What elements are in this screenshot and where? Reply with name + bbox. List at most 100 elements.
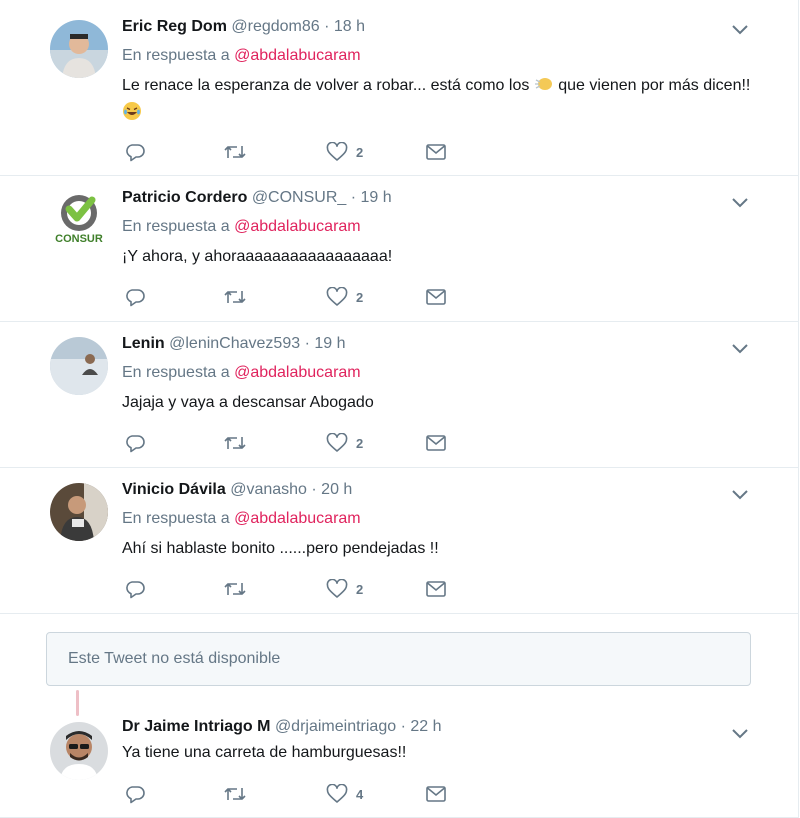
tweet-actions: 2 [126,433,456,453]
tweet-text: Ahí si hablaste bonito ......pero pendej… [122,540,439,557]
user-handle[interactable]: @vanasho [230,481,307,498]
tweet-text-part: que vienen por más dicen!! [558,77,751,94]
tweet-replies-feed: Eric Reg Dom @regdom86 · 18 h En respues… [0,0,799,818]
tweet-content: Dr Jaime Intriago M @drjaimeintriago · 2… [122,716,758,765]
retweet-icon [224,788,246,800]
tweet-header: Dr Jaime Intriago M @drjaimeintriago · 2… [122,716,758,738]
tweet-item[interactable]: Vinicio Dávila @vanasho · 20 h En respue… [0,467,798,614]
user-handle[interactable]: @CONSUR_ [252,189,346,206]
chevron-down-icon[interactable] [732,487,748,505]
chevron-down-icon[interactable] [732,341,748,359]
timestamp[interactable]: 20 h [321,481,352,498]
avatar[interactable] [50,337,108,395]
timestamp[interactable]: 19 h [361,189,392,206]
reply-button[interactable] [126,142,146,162]
tweet-text: ¡Y ahora, y ahoraaaaaaaaaaaaaaaaa! [122,248,393,265]
avatar-logo-text: CONSUR [55,233,103,245]
reply-icon [126,289,145,307]
reply-button[interactable] [126,579,146,599]
avatar[interactable] [50,722,108,780]
chevron-down-icon[interactable] [732,726,748,744]
retweet-icon [224,583,246,595]
chevron-down-icon[interactable] [732,22,748,40]
envelope-icon [426,435,446,451]
envelope-icon [426,786,446,802]
tweet-content: Eric Reg Dom @regdom86 · 18 h En respues… [122,16,758,129]
reply-mention-link[interactable]: @abdalabucaram [234,364,361,381]
separator-dot: · [311,481,317,498]
tweet-actions: 2 [126,142,456,162]
user-name[interactable]: Lenin [122,335,165,352]
laughing-emoji-icon [122,101,142,129]
reply-mention-link[interactable]: @abdalabucaram [234,218,361,235]
like-button[interactable]: 2 [326,142,363,162]
fist-emoji-icon [534,75,554,101]
tweet-actions: 2 [126,287,456,307]
tweet-actions: 2 [126,579,456,599]
like-button[interactable]: 4 [326,784,363,804]
reply-mention-link[interactable]: @abdalabucaram [234,510,361,527]
retweet-button[interactable] [223,287,247,307]
retweet-button[interactable] [223,784,247,804]
unavailable-tweet-notice: Este Tweet no está disponible [46,632,751,686]
tweet-header: Lenin @leninChavez593 · 19 h [122,333,758,355]
tweet-content: Patricio Cordero @CONSUR_ · 19 h En resp… [122,187,758,269]
like-icon [326,287,348,306]
like-icon [326,579,348,598]
reply-icon [126,435,145,453]
direct-message-button[interactable] [426,287,446,307]
reply-context: En respuesta a @abdalabucaram [122,216,758,238]
tweet-item[interactable]: Eric Reg Dom @regdom86 · 18 h En respues… [0,0,798,176]
reply-icon [126,144,145,162]
reply-icon [126,581,145,599]
user-name[interactable]: Patricio Cordero [122,189,247,206]
user-name[interactable]: Vinicio Dávila [122,481,226,498]
direct-message-button[interactable] [426,142,446,162]
reply-context: En respuesta a @abdalabucaram [122,508,758,530]
separator-dot: · [350,189,357,206]
avatar[interactable] [50,20,108,78]
direct-message-button[interactable] [426,579,446,599]
tweet-item[interactable]: CONSUR Patricio Cordero @CONSUR_ · 19 h … [0,175,798,322]
reply-button[interactable] [126,433,146,453]
envelope-icon [426,581,446,597]
timestamp[interactable]: 22 h [410,718,441,735]
reply-mention-link[interactable]: @abdalabucaram [234,47,361,64]
tweet-text: Ya tiene una carreta de hamburguesas!! [122,744,407,761]
tweet-item[interactable]: Dr Jaime Intriago M @drjaimeintriago · 2… [0,704,798,818]
reply-button[interactable] [126,784,146,804]
direct-message-button[interactable] [426,784,446,804]
direct-message-button[interactable] [426,433,446,453]
envelope-icon [426,289,446,305]
separator-dot: · [324,18,330,35]
user-name[interactable]: Dr Jaime Intriago M [122,718,270,735]
separator-dot: · [400,718,406,735]
like-button[interactable]: 2 [326,287,363,307]
like-icon [326,433,348,452]
avatar[interactable] [50,483,108,541]
avatar[interactable]: CONSUR [50,191,108,249]
user-handle[interactable]: @regdom86 [231,18,319,35]
tweet-text: Jajaja y vaya a descansar Abogado [122,394,374,411]
retweet-button[interactable] [223,579,247,599]
timestamp[interactable]: 19 h [314,335,345,352]
like-button[interactable]: 2 [326,579,363,599]
like-button[interactable]: 2 [326,433,363,453]
retweet-button[interactable] [223,142,247,162]
like-count: 4 [356,786,364,802]
user-handle[interactable]: @drjaimeintriago [275,718,396,735]
timestamp[interactable]: 18 h [334,18,365,35]
separator-dot: · [304,335,310,352]
chevron-down-icon[interactable] [732,195,748,213]
user-handle[interactable]: @leninChavez593 [169,335,300,352]
user-name[interactable]: Eric Reg Dom [122,18,227,35]
tweet-item[interactable]: Lenin @leninChavez593 · 19 h En respuest… [0,321,798,468]
envelope-icon [426,144,446,160]
reply-icon [126,786,145,804]
retweet-button[interactable] [223,433,247,453]
reply-button[interactable] [126,287,146,307]
tweet-content: Vinicio Dávila @vanasho · 20 h En respue… [122,479,758,561]
retweet-icon [224,291,246,303]
like-count: 2 [356,289,364,305]
retweet-icon [224,437,246,449]
